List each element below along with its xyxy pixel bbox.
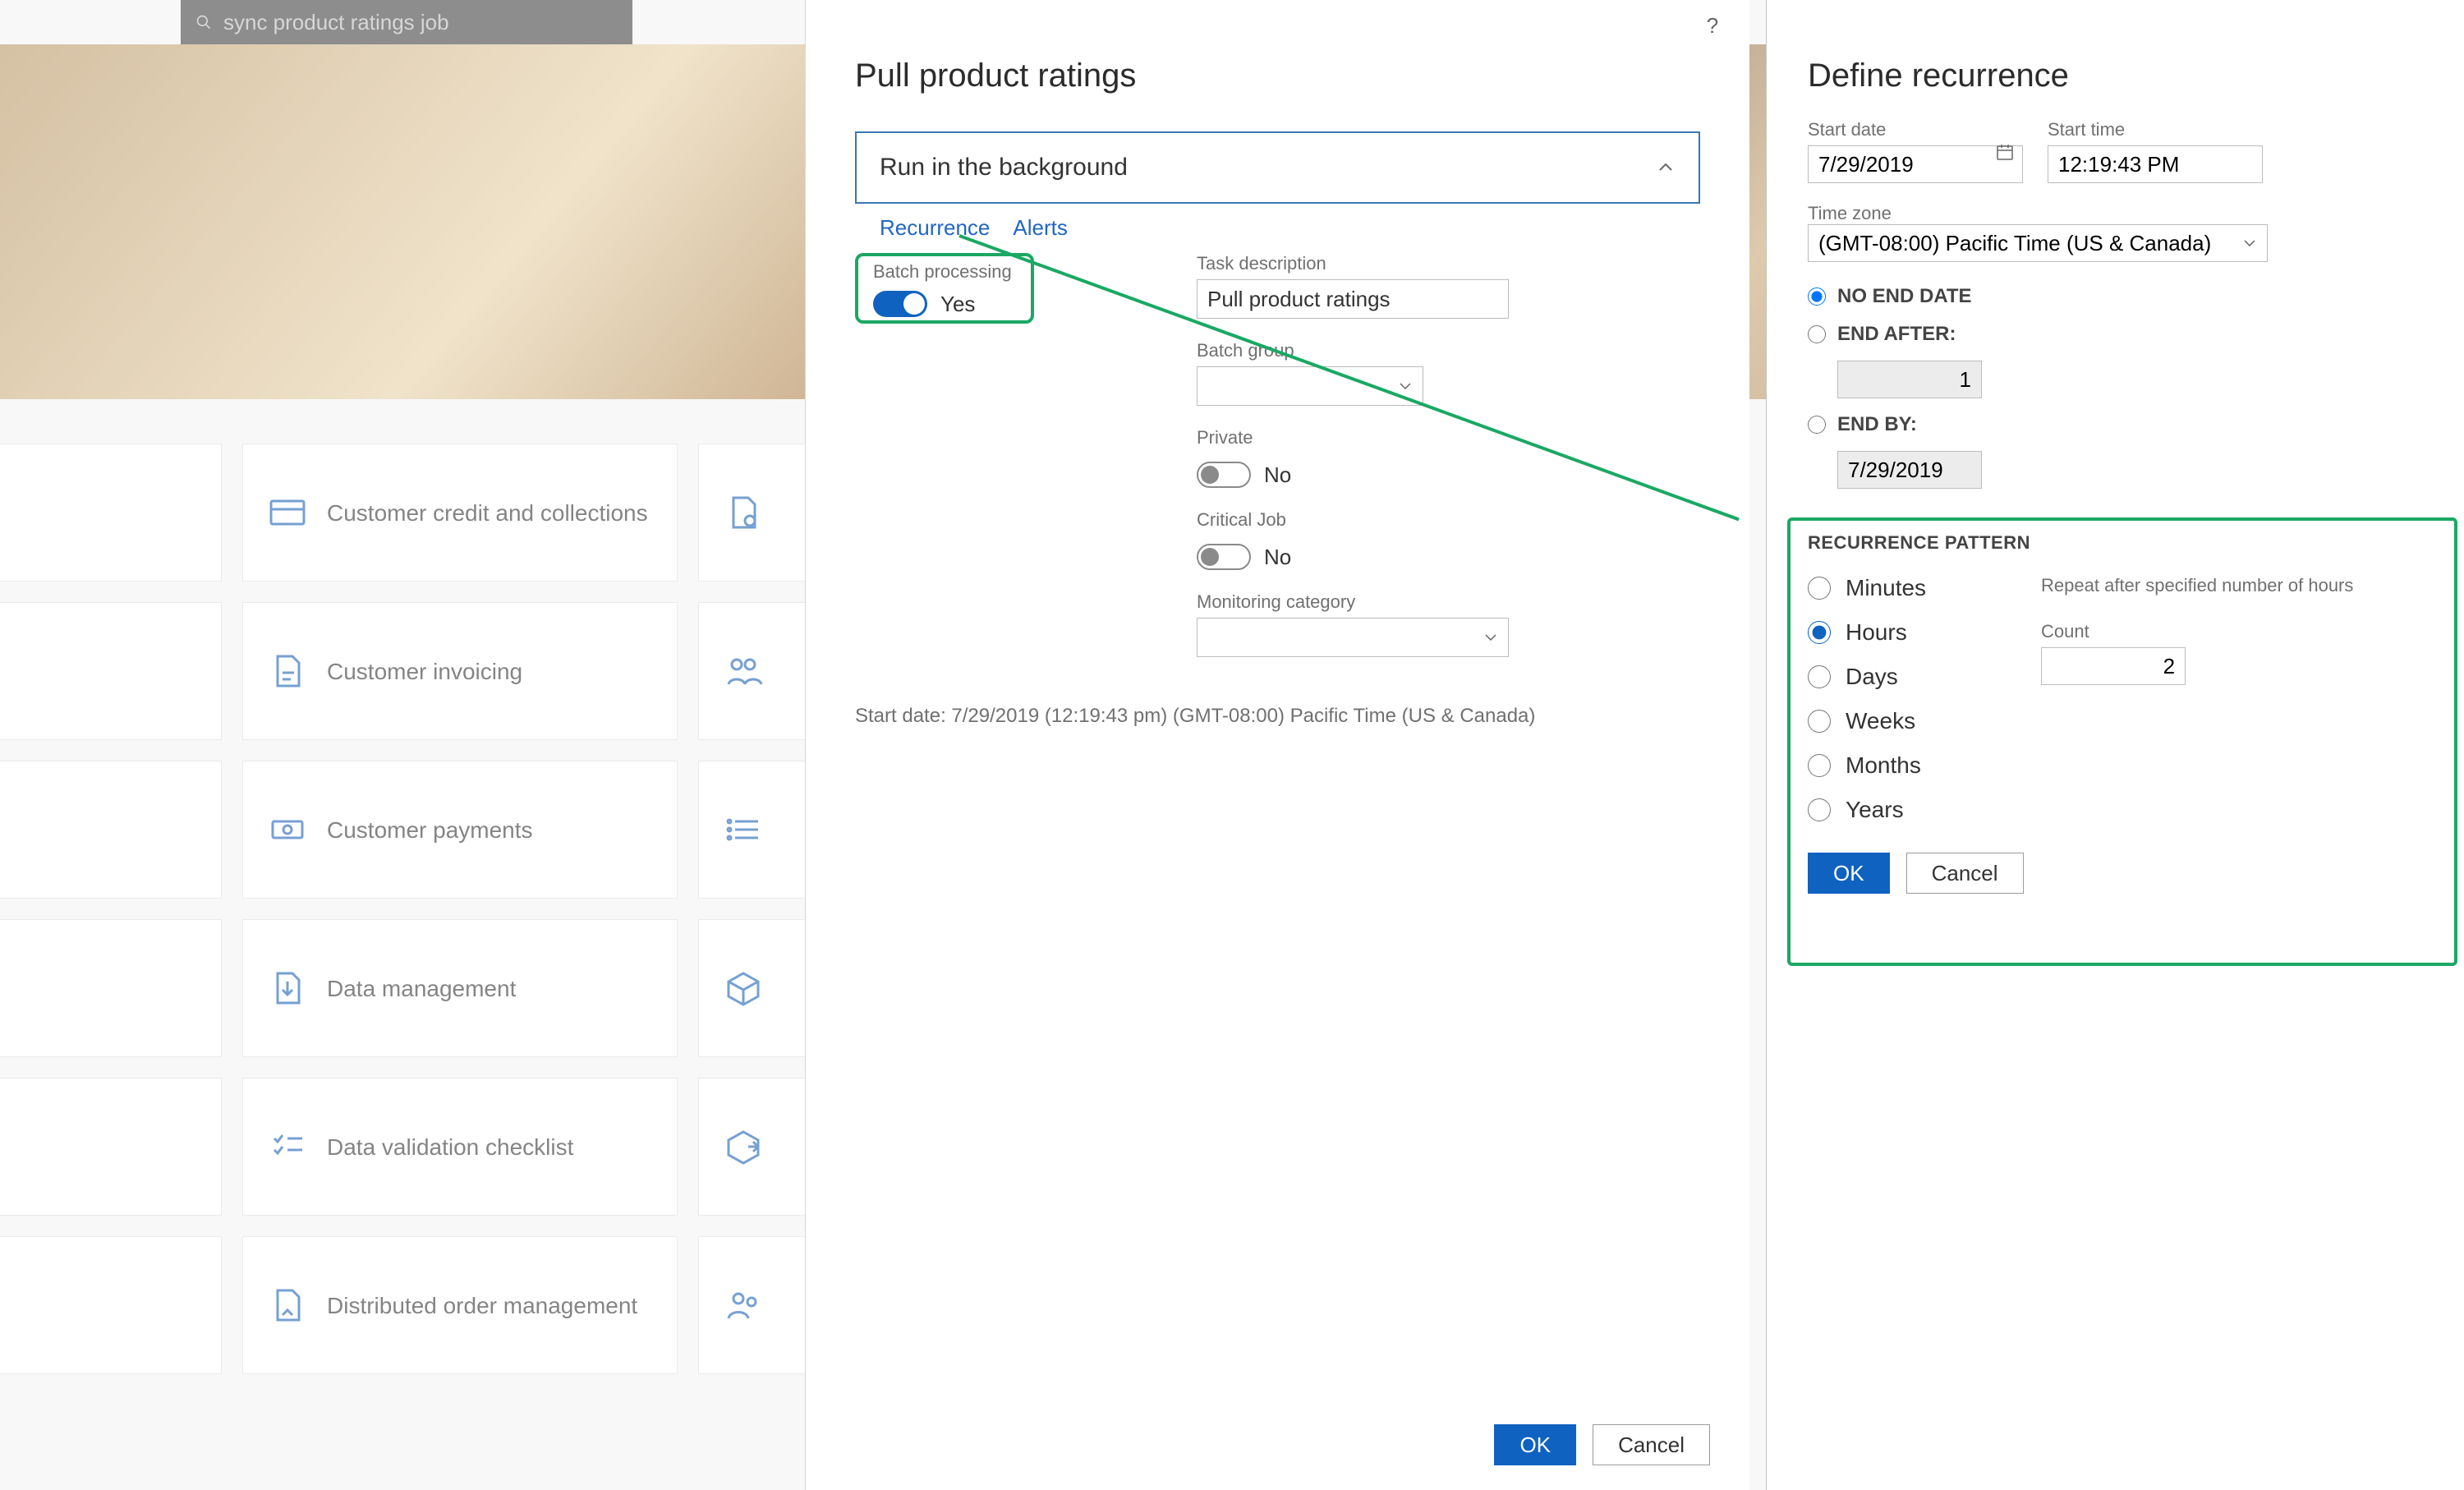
monitoring-category-label: Monitoring category bbox=[1197, 591, 1525, 613]
toggle-value: No bbox=[1264, 545, 1291, 570]
private-toggle[interactable]: No bbox=[1197, 462, 1525, 488]
critical-job-label: Critical Job bbox=[1197, 509, 1525, 531]
mid-cancel-button[interactable]: Cancel bbox=[1593, 1424, 1710, 1465]
batch-group-select[interactable] bbox=[1197, 366, 1423, 406]
monitoring-category-select[interactable] bbox=[1197, 618, 1509, 657]
toggle-value: No bbox=[1264, 462, 1291, 488]
start-time-input[interactable] bbox=[2048, 145, 2263, 183]
timezone-select[interactable]: (GMT-08:00) Pacific Time (US & Canada) bbox=[1808, 224, 2268, 262]
recurrence-title: Define recurrence bbox=[1808, 57, 2436, 94]
start-date-summary: Start date: 7/29/2019 (12:19:43 pm) (GMT… bbox=[855, 705, 1535, 728]
recurrence-pattern-highlight bbox=[1787, 517, 2457, 966]
background-form: Task description Batch group Private No … bbox=[1197, 253, 1525, 657]
help-icon[interactable]: ? bbox=[1700, 13, 1725, 38]
task-description-input[interactable] bbox=[1197, 279, 1509, 319]
end-by-radio[interactable]: END BY: bbox=[1808, 413, 2436, 436]
start-date-label: Start date bbox=[1808, 119, 2023, 140]
start-date-input[interactable] bbox=[1808, 145, 2023, 183]
mid-footer-actions: OK Cancel bbox=[1494, 1424, 1710, 1465]
batch-processing-label: Batch processing bbox=[873, 261, 1016, 283]
critical-job-toggle[interactable]: No bbox=[1197, 544, 1525, 570]
batch-processing-highlight: Batch processing Yes bbox=[855, 253, 1034, 324]
accordion-title: Run in the background bbox=[880, 154, 1128, 182]
calendar-icon[interactable] bbox=[1995, 142, 2015, 162]
end-by-date[interactable] bbox=[1837, 451, 1982, 489]
end-after-radio[interactable]: END AFTER: bbox=[1808, 323, 2436, 346]
run-in-background-accordion[interactable]: Run in the background bbox=[855, 131, 1700, 204]
sublink-row: Recurrence Alerts bbox=[880, 215, 1068, 241]
task-description-label: Task description bbox=[1197, 253, 1525, 274]
no-end-date-radio[interactable]: NO END DATE bbox=[1808, 285, 2436, 308]
panel-title: Pull product ratings bbox=[855, 57, 1136, 94]
timezone-label: Time zone bbox=[1808, 203, 2436, 224]
batch-processing-toggle[interactable]: Yes bbox=[873, 291, 1016, 317]
alerts-link[interactable]: Alerts bbox=[1013, 215, 1067, 241]
private-label: Private bbox=[1197, 427, 1525, 448]
toggle-value: Yes bbox=[940, 292, 975, 317]
chevron-up-icon bbox=[1656, 158, 1676, 177]
batch-group-label: Batch group bbox=[1197, 340, 1525, 361]
mid-ok-button[interactable]: OK bbox=[1494, 1424, 1576, 1465]
start-time-label: Start time bbox=[2048, 119, 2263, 140]
end-after-count[interactable] bbox=[1837, 361, 1982, 398]
pull-product-ratings-panel: ? Pull product ratings Run in the backgr… bbox=[805, 0, 1749, 1490]
recurrence-link[interactable]: Recurrence bbox=[880, 215, 990, 241]
end-options: NO END DATE END AFTER: END BY: bbox=[1808, 285, 2436, 489]
